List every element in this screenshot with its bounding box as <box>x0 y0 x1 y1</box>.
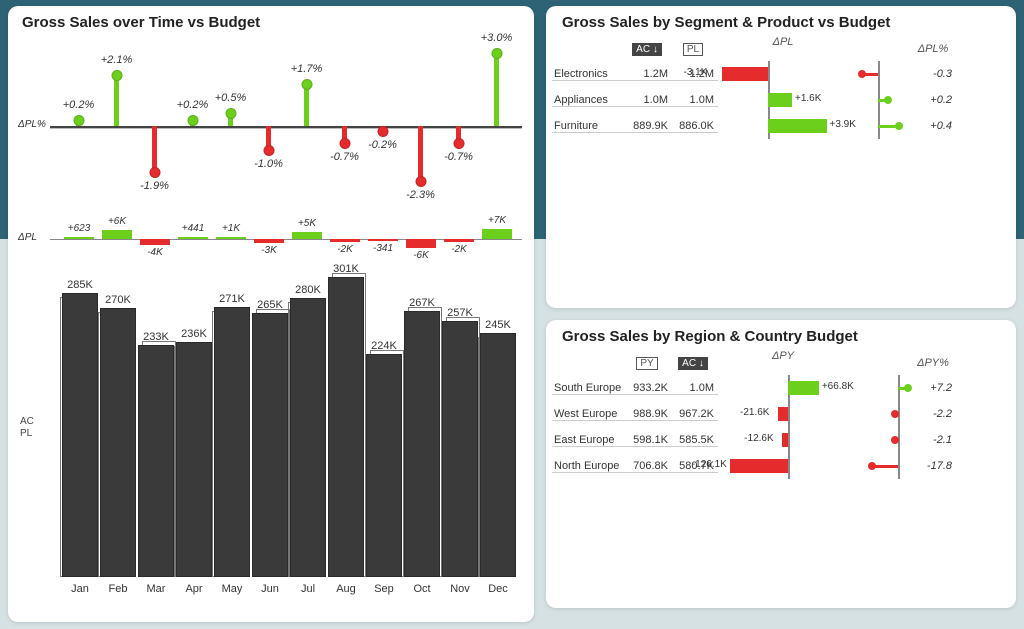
value-label: 270K <box>98 294 138 306</box>
header-py[interactable]: PY <box>636 357 657 370</box>
value-label: 224K <box>364 340 404 352</box>
category-label: Aug <box>326 583 366 595</box>
category-label: Jan <box>60 583 100 595</box>
value-label: +623 <box>68 223 91 234</box>
value-label: 280K <box>288 284 328 296</box>
bar[interactable] <box>442 321 478 577</box>
row-name: North Europe <box>552 460 626 473</box>
row-name: Furniture <box>552 120 626 133</box>
category-label: May <box>212 583 252 595</box>
table-row[interactable]: West Europe988.9K967.2K-21.6K-2.2 <box>552 401 1010 427</box>
table-row[interactable]: Electronics1.2M1.2M-3.1K-0.3 <box>552 61 1010 87</box>
bar[interactable] <box>480 333 516 577</box>
value-label: +6K <box>108 216 126 227</box>
bar[interactable] <box>328 277 364 577</box>
value-label: 267K <box>402 297 442 309</box>
region-rows: South Europe933.2K1.0M+66.8K+7.2West Eur… <box>552 375 1010 479</box>
value-label: +0.2% <box>63 99 95 111</box>
panel-title: Gross Sales by Region & Country Budget <box>562 328 1010 345</box>
value-label: +2.1% <box>101 54 133 66</box>
chart-delta-pl[interactable]: ΔPL +623 +6K -4K +441 +1K -3K +5K -2K -341 -6K -2K… <box>12 217 530 261</box>
category-label: Nov <box>440 583 480 595</box>
value-label: +5K <box>298 218 316 229</box>
row-name: Appliances <box>552 94 626 107</box>
panel-sales-over-time: Gross Sales over Time vs Budget ΔPL% +0.… <box>8 6 534 622</box>
header-dpy: ΔPY <box>772 350 794 362</box>
bar[interactable] <box>252 313 288 577</box>
panel-sales-by-region: Gross Sales by Region & Country Budget P… <box>546 320 1016 608</box>
value-label: +1.7% <box>291 63 323 75</box>
category-label: Jul <box>288 583 328 595</box>
axis-label-dpl: ΔPL <box>18 232 37 243</box>
panel-title: Gross Sales by Segment & Product vs Budg… <box>562 14 1010 31</box>
value-label: 271K <box>212 293 252 305</box>
table-row[interactable]: South Europe933.2K1.0M+66.8K+7.2 <box>552 375 1010 401</box>
category-label: Dec <box>478 583 518 595</box>
value-label: -1.0% <box>254 158 283 170</box>
category-label: Mar <box>136 583 176 595</box>
value-label: -341 <box>373 243 393 254</box>
bar[interactable] <box>404 311 440 577</box>
value-label: 236K <box>174 328 214 340</box>
header-ac[interactable]: AC ↓ <box>678 357 708 370</box>
value-label: -2K <box>337 244 353 255</box>
value-label: -0.7% <box>330 151 359 163</box>
legend-ac-pl: ACPL <box>20 416 34 440</box>
bar[interactable] <box>214 307 250 577</box>
bar[interactable] <box>62 293 98 577</box>
table-row[interactable]: North Europe706.8K580.7K-126.1K-17.8 <box>552 453 1010 479</box>
value-label: -3K <box>261 245 277 256</box>
table-row[interactable]: Appliances1.0M1.0M+1.6K+0.2 <box>552 87 1010 113</box>
value-label: 285K <box>60 279 100 291</box>
value-label: +0.5% <box>215 92 247 104</box>
table-row[interactable]: Furniture889.9K886.0K+3.9K+0.4 <box>552 113 1010 139</box>
value-label: +3.0% <box>481 32 513 44</box>
category-label: Feb <box>98 583 138 595</box>
row-name: Electronics <box>552 68 626 81</box>
value-label: 233K <box>136 331 176 343</box>
header-dpl: ΔPL <box>773 36 794 48</box>
value-label: -0.2% <box>368 139 397 151</box>
bar[interactable] <box>100 308 136 577</box>
row-name: South Europe <box>552 382 626 395</box>
segment-rows: Electronics1.2M1.2M-3.1K-0.3Appliances1.… <box>552 61 1010 139</box>
panel-sales-by-segment: Gross Sales by Segment & Product vs Budg… <box>546 6 1016 308</box>
value-label: 265K <box>250 299 290 311</box>
value-label: -4K <box>147 247 163 258</box>
bar[interactable] <box>176 342 212 577</box>
value-label: 257K <box>440 307 480 319</box>
panel-title: Gross Sales over Time vs Budget <box>22 14 530 31</box>
category-label: Oct <box>402 583 442 595</box>
value-label: -2K <box>451 244 467 255</box>
value-label: 245K <box>478 319 518 331</box>
header-row: AC ↓ PL ΔPL ΔPL% <box>552 37 1010 61</box>
value-label: -1.9% <box>140 180 169 192</box>
axis-label-dpl-pct: ΔPL% <box>18 119 46 130</box>
header-ac[interactable]: AC ↓ <box>632 43 662 56</box>
value-label: +0.2% <box>177 99 209 111</box>
value-label: -0.7% <box>444 151 473 163</box>
value-label: +441 <box>182 223 205 234</box>
bar[interactable] <box>366 354 402 577</box>
header-dpl-pct: ΔPL% <box>918 43 949 55</box>
value-label: +1K <box>222 223 240 234</box>
value-label: -6K <box>413 250 429 261</box>
row-name: West Europe <box>552 408 626 421</box>
header-pl[interactable]: PL <box>683 43 703 56</box>
chart-ac-bars[interactable]: ACPL 285K Jan 270K Feb 233K Mar 236K Apr 271K May… <box>12 265 530 595</box>
value-label: +7K <box>488 215 506 226</box>
header-row: PY AC ↓ ΔPY ΔPY% <box>552 351 1010 375</box>
value-label: -2.3% <box>406 189 435 201</box>
chart-delta-pl-pct[interactable]: ΔPL% +0.2% +2.1% -1.9% +0.2% +0.5% -1.0% +1.7%… <box>12 37 530 215</box>
row-name: East Europe <box>552 434 626 447</box>
category-label: Jun <box>250 583 290 595</box>
value-label: 301K <box>326 263 366 275</box>
category-label: Apr <box>174 583 214 595</box>
bar[interactable] <box>138 345 174 577</box>
table-row[interactable]: East Europe598.1K585.5K-12.6K-2.1 <box>552 427 1010 453</box>
category-label: Sep <box>364 583 404 595</box>
header-dpy-pct: ΔPY% <box>917 357 949 369</box>
bar[interactable] <box>290 298 326 577</box>
